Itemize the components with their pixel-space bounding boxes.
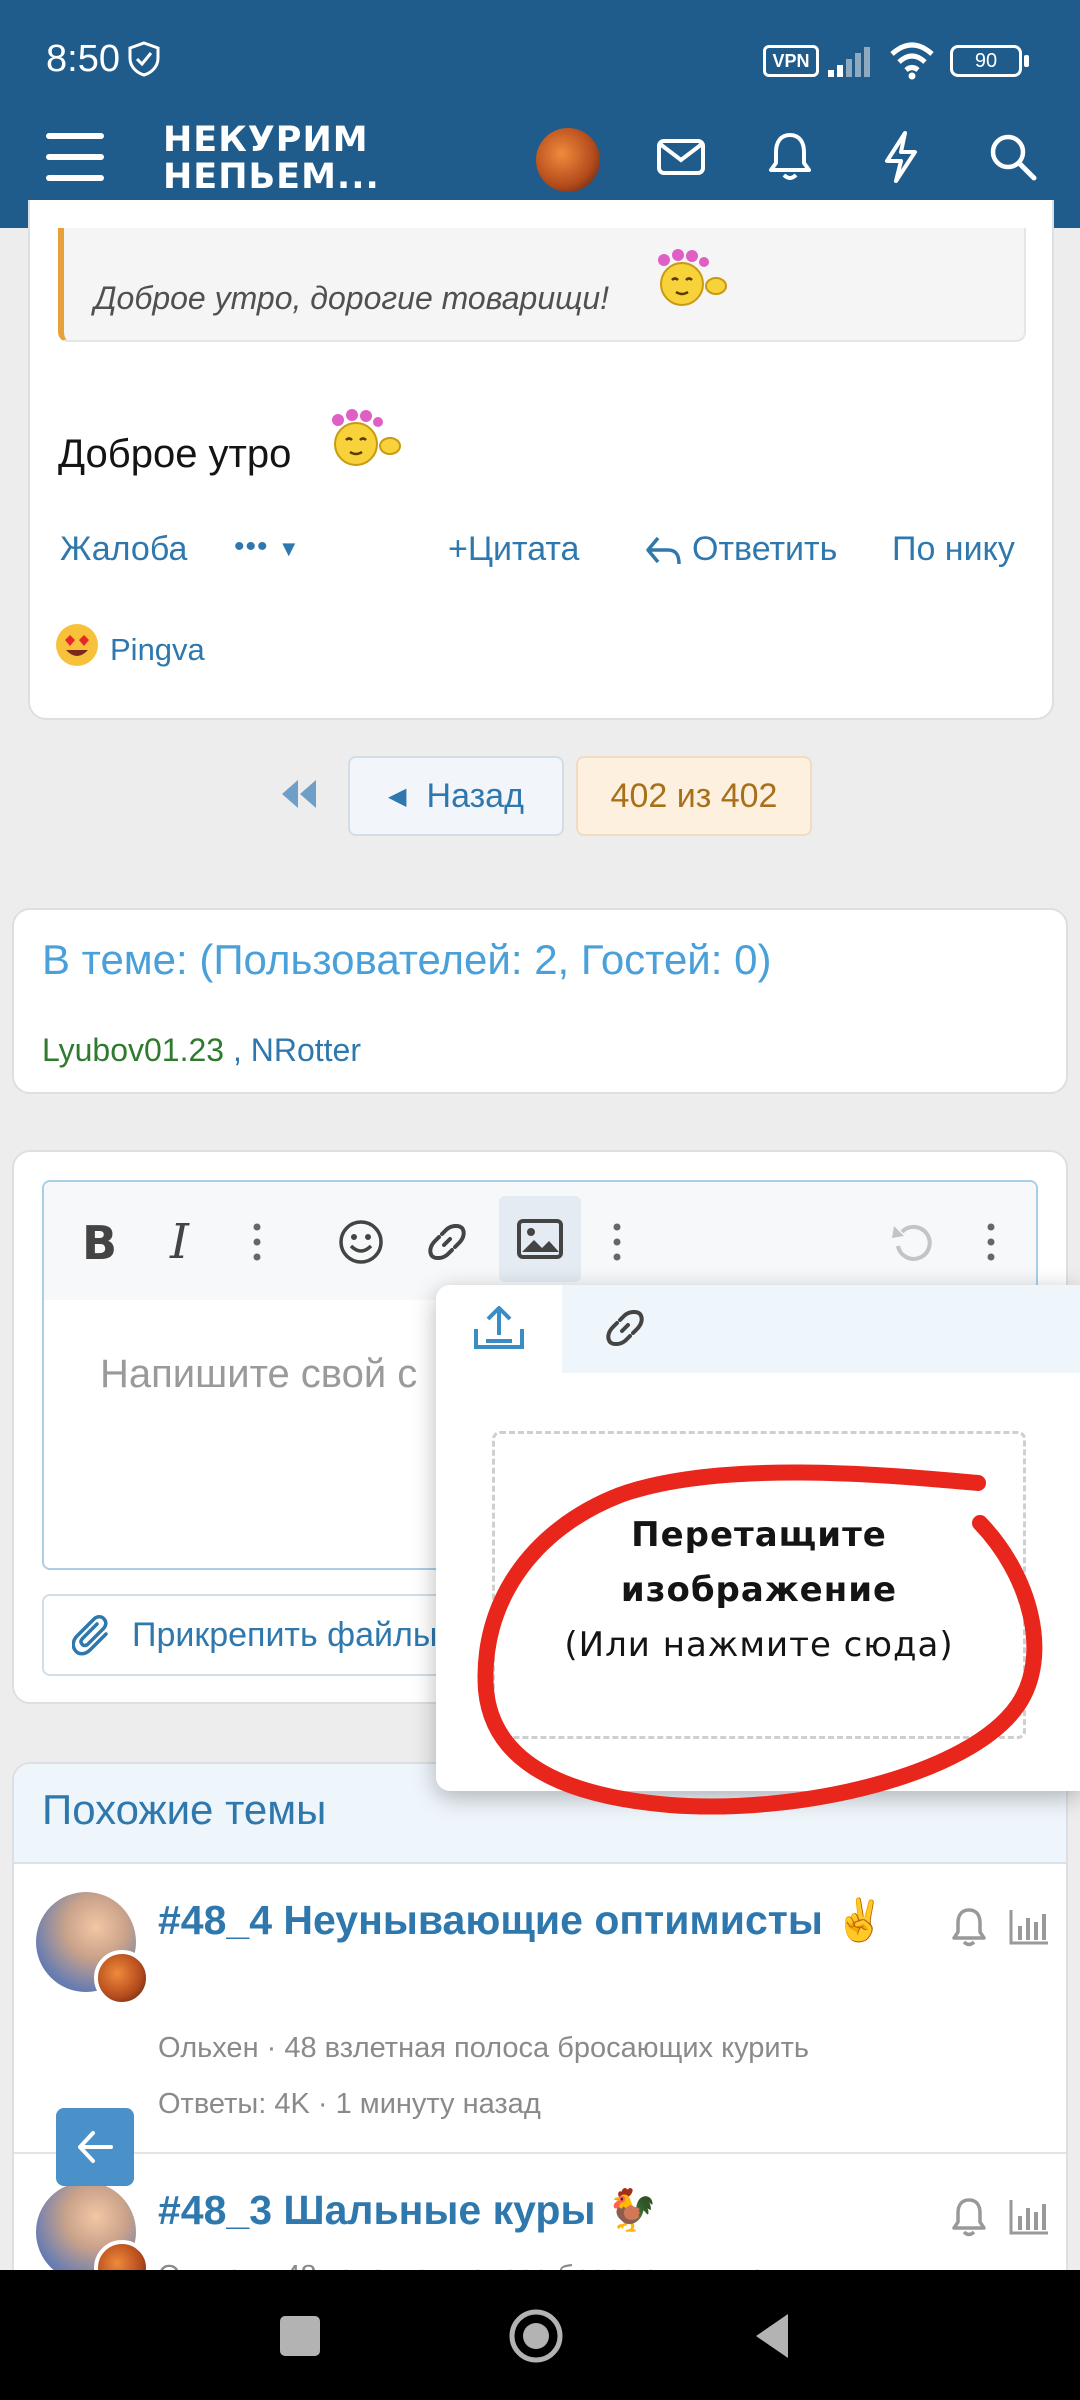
back-button[interactable]: ◀ Назад — [348, 756, 564, 836]
caret-left-icon: ◀ — [388, 782, 407, 810]
undo-icon[interactable] — [890, 1220, 936, 1266]
thread-title-text: #48_3 Шальные куры — [158, 2187, 596, 2233]
back-label: Назад — [426, 776, 524, 815]
attach-files-button[interactable]: Прикрепить файлы — [42, 1594, 502, 1676]
online-user[interactable]: NRotter — [251, 1032, 361, 1068]
user-avatar[interactable] — [536, 128, 600, 192]
message-placeholder: Напишите свой с — [100, 1352, 418, 1396]
bell-icon[interactable] — [950, 1906, 988, 1948]
victory-emoji: ✌️ — [834, 1897, 886, 1943]
italic-button[interactable]: I — [170, 1214, 189, 1270]
more-label: ••• — [234, 530, 269, 563]
wifi-icon — [888, 40, 936, 80]
thread-stats: Ответы: 4K · 1 минуту назад — [158, 2088, 541, 2120]
online-separator: , — [224, 1032, 251, 1068]
similar-title: Похожие темы — [42, 1786, 327, 1833]
red-circle-annotation — [477, 1464, 1043, 1815]
first-page-icon[interactable] — [276, 776, 320, 812]
thread-title[interactable]: #48_4 Неунывающие оптимисты ✌️ — [158, 1888, 928, 1952]
reply-icon[interactable] — [644, 534, 682, 568]
chevron-down-icon: ▼ — [277, 536, 301, 561]
online-users-card: В теме: (Пользователей: 2, Гостей: 0) Ly… — [12, 908, 1068, 1094]
thread-meta: Ольхен · 48 взлетная полоса бросающих ку… — [158, 2032, 810, 2064]
current-page: 402 из 402 — [576, 756, 812, 836]
smiley-icon[interactable] — [338, 1219, 384, 1265]
thread-title-text: #48_4 Неунывающие оптимисты — [158, 1897, 823, 1943]
reply-button[interactable]: Ответить — [692, 530, 837, 569]
emoji-hello-icon — [650, 248, 732, 308]
stats-icon[interactable] — [1008, 1908, 1050, 1946]
paperclip-icon — [72, 1614, 114, 1658]
logo-line-1: НЕКУРИМ — [163, 120, 369, 160]
tab-upload[interactable] — [436, 1285, 562, 1373]
more-vertical-icon[interactable] — [986, 1222, 996, 1262]
arrow-left-icon — [75, 2128, 115, 2166]
app-header: 8:50 VPN 90 НЕКУРИМ НЕПЬЕМ... — [0, 0, 1080, 228]
upload-icon — [472, 1303, 526, 1353]
online-users-list: Lyubov01.23 , NRotter — [42, 1032, 361, 1069]
image-button[interactable] — [499, 1196, 581, 1282]
bell-icon[interactable] — [950, 2196, 988, 2238]
editor-toolbar: B I — [44, 1182, 1036, 1300]
more-vertical-icon[interactable] — [252, 1222, 262, 1262]
plus-icon: + — [448, 530, 468, 568]
rooster-emoji: 🐓 — [606, 2187, 658, 2233]
bold-button[interactable]: B — [82, 1216, 117, 1270]
quote-button[interactable]: +Цитата — [448, 530, 579, 569]
lightning-icon[interactable] — [881, 130, 921, 184]
shield-icon — [126, 40, 162, 78]
image-icon — [516, 1218, 564, 1260]
back-nav-button[interactable] — [752, 2312, 792, 2360]
quote-block: Доброе утро, дорогие товарищи! — [58, 228, 1026, 342]
report-link[interactable]: Жалоба — [60, 530, 187, 569]
stats-icon[interactable] — [1008, 2198, 1050, 2236]
online-user[interactable]: Lyubov01.23 — [42, 1032, 224, 1068]
inbox-icon[interactable] — [656, 136, 706, 178]
home-button[interactable] — [508, 2308, 564, 2364]
thread-title[interactable]: #48_3 Шальные куры 🐓 — [158, 2178, 928, 2242]
popup-tabs — [436, 1285, 1080, 1373]
recent-apps-button[interactable] — [280, 2316, 320, 2356]
emoji-hello-icon — [324, 408, 406, 468]
last-poster-avatar[interactable] — [94, 1950, 150, 2006]
reaction-user[interactable]: Pingva — [110, 632, 205, 668]
bell-icon[interactable] — [767, 130, 813, 182]
quote-text: Доброе утро, дорогие товарищи! — [94, 280, 610, 316]
online-title: В теме: (Пользователей: 2, Гостей: 0) — [42, 936, 772, 983]
tab-url[interactable] — [562, 1285, 688, 1373]
logo-line-2: НЕПЬЕМ... — [163, 157, 380, 197]
post-card: Доброе утро, дорогие товарищи! Доброе ут… — [28, 200, 1054, 720]
system-nav-bar — [0, 2270, 1080, 2400]
more-menu[interactable]: ••• ▼ — [234, 530, 301, 564]
quote-label: Цитата — [467, 530, 580, 568]
site-logo[interactable]: НЕКУРИМ НЕПЬЕМ... — [163, 122, 380, 196]
more-vertical-icon[interactable] — [612, 1222, 622, 1262]
vpn-badge: VPN — [763, 45, 819, 77]
heart-eyes-emoji-icon — [54, 622, 100, 668]
back-to-top-button[interactable] — [56, 2108, 134, 2186]
battery-icon: 90 — [950, 45, 1022, 77]
thread-item[interactable]: #48_4 Неунывающие оптимисты ✌️ Ольхен · … — [14, 1866, 1066, 2154]
link-icon[interactable] — [424, 1219, 470, 1265]
search-icon[interactable] — [988, 132, 1038, 182]
attach-files-label: Прикрепить файлы — [132, 1616, 438, 1654]
battery-tip — [1024, 55, 1029, 67]
by-nick-button[interactable]: По нику — [892, 530, 1015, 569]
link-icon — [602, 1305, 648, 1351]
menu-icon[interactable] — [44, 130, 106, 184]
post-body: Доброе утро — [58, 432, 292, 476]
signal-icon — [826, 44, 878, 78]
status-time: 8:50 — [46, 38, 120, 80]
